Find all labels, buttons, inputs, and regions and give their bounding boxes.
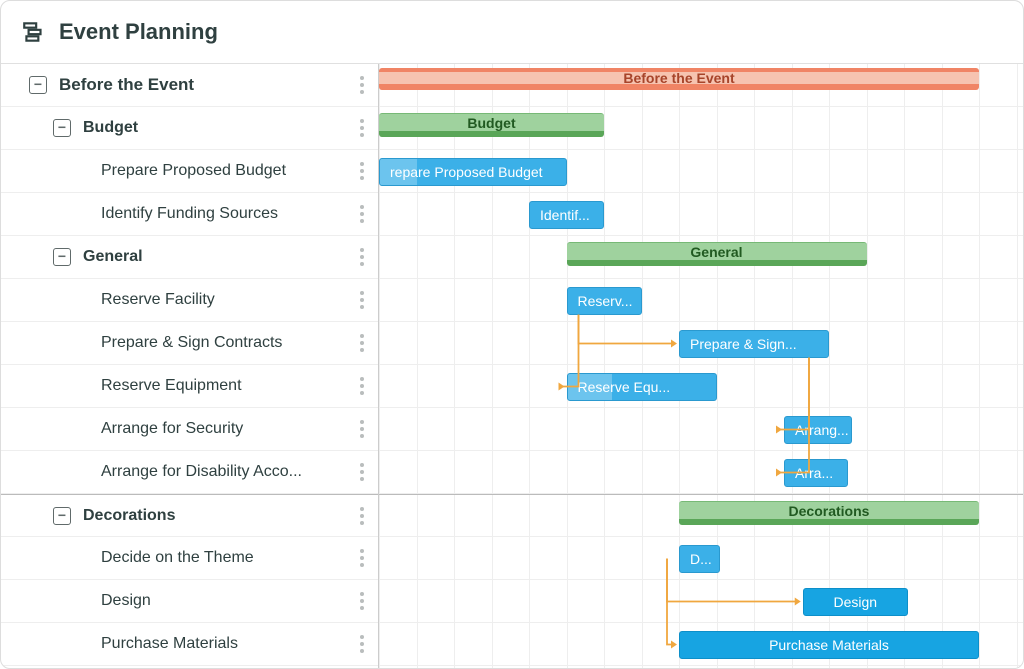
task-label: Arrange for Security bbox=[101, 420, 350, 438]
root-bar-root[interactable]: Before the Event bbox=[379, 68, 979, 90]
task-label: Purchase Materials bbox=[101, 635, 350, 653]
bar-label: General bbox=[690, 244, 742, 260]
kebab-menu-icon[interactable] bbox=[354, 245, 370, 269]
task-row-d2[interactable]: Design bbox=[1, 580, 378, 623]
bar-label: Purchase Materials bbox=[769, 637, 889, 653]
kebab-menu-icon[interactable] bbox=[354, 374, 370, 398]
header: Event Planning bbox=[1, 1, 1023, 64]
task-bar-g5[interactable]: Arra... bbox=[784, 459, 848, 487]
kebab-menu-icon[interactable] bbox=[354, 288, 370, 312]
task-bar-b1[interactable]: repare Proposed Budget bbox=[379, 158, 567, 186]
bar-label: Before the Event bbox=[623, 70, 734, 86]
task-label: Identify Funding Sources bbox=[101, 205, 350, 223]
timeline[interactable]: Before the Event Budget repare Proposed Bu… bbox=[379, 64, 1023, 668]
timeline-row: Reserve Equ... bbox=[379, 365, 1023, 408]
bar-label: D... bbox=[690, 551, 712, 567]
gantt-app: Event Planning Before the Event Budget Pre… bbox=[0, 0, 1024, 669]
bar-label: Decorations bbox=[789, 503, 870, 519]
kebab-menu-icon[interactable] bbox=[354, 331, 370, 355]
collapse-toggle[interactable] bbox=[53, 507, 71, 525]
task-row-budget[interactable]: Budget bbox=[1, 107, 378, 150]
kebab-menu-icon[interactable] bbox=[354, 589, 370, 613]
kebab-menu-icon[interactable] bbox=[354, 73, 370, 97]
task-label: Reserve Equipment bbox=[101, 377, 350, 395]
bar-label: Design bbox=[833, 594, 877, 610]
kebab-menu-icon[interactable] bbox=[354, 159, 370, 183]
kebab-menu-icon[interactable] bbox=[354, 116, 370, 140]
task-label: General bbox=[83, 248, 350, 266]
group-bar-budget[interactable]: Budget bbox=[379, 113, 604, 137]
task-label: Decide on the Theme bbox=[101, 549, 350, 567]
timeline-row: Identif... bbox=[379, 193, 1023, 236]
timeline-row: D... bbox=[379, 537, 1023, 580]
task-row-g1[interactable]: Reserve Facility bbox=[1, 279, 378, 322]
task-label: Prepare Proposed Budget bbox=[101, 162, 350, 180]
timeline-row: repare Proposed Budget bbox=[379, 150, 1023, 193]
task-label: Reserve Facility bbox=[101, 291, 350, 309]
task-row-d3[interactable]: Purchase Materials bbox=[1, 623, 378, 666]
gantt-icon bbox=[21, 19, 47, 45]
timeline-row: Decorations bbox=[379, 494, 1023, 537]
task-bar-g1[interactable]: Reserv... bbox=[567, 287, 642, 315]
task-row-b1[interactable]: Prepare Proposed Budget bbox=[1, 150, 378, 193]
task-bar-b2[interactable]: Identif... bbox=[529, 201, 604, 229]
timeline-row: Before the Event bbox=[379, 64, 1023, 107]
timeline-row: Budget bbox=[379, 107, 1023, 150]
collapse-toggle[interactable] bbox=[53, 119, 71, 137]
kebab-menu-icon[interactable] bbox=[354, 632, 370, 656]
kebab-menu-icon[interactable] bbox=[354, 417, 370, 441]
task-bar-d2[interactable]: Design bbox=[803, 588, 908, 616]
task-label: Design bbox=[101, 592, 350, 610]
collapse-toggle[interactable] bbox=[29, 76, 47, 94]
task-row-d1[interactable]: Decide on the Theme bbox=[1, 537, 378, 580]
timeline-row: General bbox=[379, 236, 1023, 279]
bar-label: Identif... bbox=[540, 207, 590, 223]
group-bar-deco[interactable]: Decorations bbox=[679, 501, 979, 525]
body: Before the Event Budget Prepare Proposed B… bbox=[1, 64, 1023, 668]
timeline-row: Arrang... bbox=[379, 408, 1023, 451]
task-list: Before the Event Budget Prepare Proposed B… bbox=[1, 64, 379, 668]
task-row-deco[interactable]: Decorations bbox=[1, 494, 378, 537]
group-bar-general[interactable]: General bbox=[567, 242, 867, 266]
timeline-row: Reserv... bbox=[379, 279, 1023, 322]
task-bar-d3[interactable]: Purchase Materials bbox=[679, 631, 979, 659]
timeline-row: Arra... bbox=[379, 451, 1023, 494]
task-label: Arrange for Disability Acco... bbox=[101, 463, 350, 481]
collapse-toggle[interactable] bbox=[53, 248, 71, 266]
kebab-menu-icon[interactable] bbox=[354, 504, 370, 528]
task-bar-d1[interactable]: D... bbox=[679, 545, 720, 573]
page-title: Event Planning bbox=[59, 19, 218, 45]
kebab-menu-icon[interactable] bbox=[354, 546, 370, 570]
task-bar-g2[interactable]: Prepare & Sign... bbox=[679, 330, 829, 358]
bar-label: Reserve Equ... bbox=[578, 379, 671, 395]
task-bar-g3[interactable]: Reserve Equ... bbox=[567, 373, 717, 401]
task-row-b2[interactable]: Identify Funding Sources bbox=[1, 193, 378, 236]
task-row-g4[interactable]: Arrange for Security bbox=[1, 408, 378, 451]
task-label: Prepare & Sign Contracts bbox=[101, 334, 350, 352]
bar-label: Prepare & Sign... bbox=[690, 336, 797, 352]
bar-label: Arrang... bbox=[795, 422, 849, 438]
task-label: Decorations bbox=[83, 507, 350, 525]
timeline-row: Design bbox=[379, 580, 1023, 623]
timeline-row: Prepare & Sign... bbox=[379, 322, 1023, 365]
bar-label: repare Proposed Budget bbox=[390, 164, 543, 180]
task-row-g2[interactable]: Prepare & Sign Contracts bbox=[1, 322, 378, 365]
kebab-menu-icon[interactable] bbox=[354, 460, 370, 484]
bar-label: Arra... bbox=[795, 465, 833, 481]
timeline-row: Purchase Materials bbox=[379, 623, 1023, 666]
task-label: Budget bbox=[83, 119, 350, 137]
bar-label: Reserv... bbox=[578, 293, 633, 309]
task-row-g5[interactable]: Arrange for Disability Acco... bbox=[1, 451, 378, 494]
bar-label: Budget bbox=[467, 115, 515, 131]
task-row-general[interactable]: General bbox=[1, 236, 378, 279]
task-bar-g4[interactable]: Arrang... bbox=[784, 416, 852, 444]
task-label: Before the Event bbox=[59, 75, 350, 95]
kebab-menu-icon[interactable] bbox=[354, 202, 370, 226]
task-row-root[interactable]: Before the Event bbox=[1, 64, 378, 107]
task-row-g3[interactable]: Reserve Equipment bbox=[1, 365, 378, 408]
